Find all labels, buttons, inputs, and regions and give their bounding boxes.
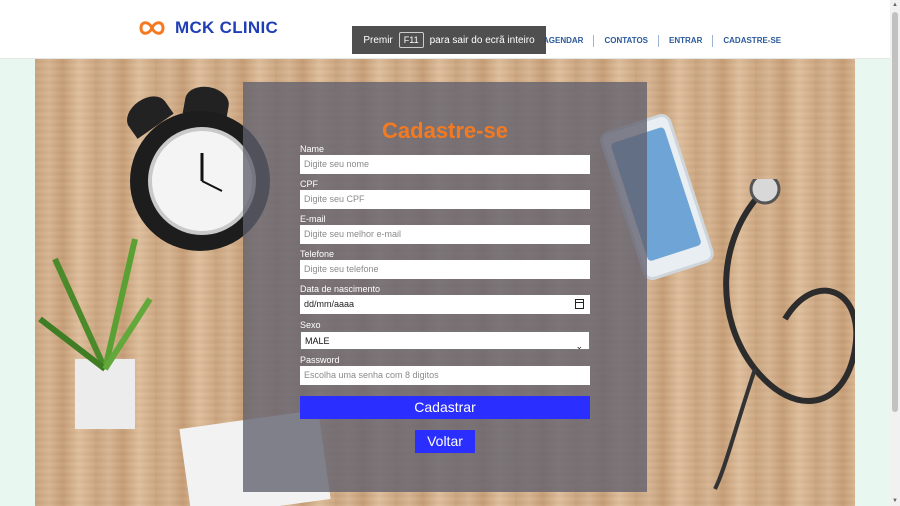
nav-link-cadastre-se[interactable]: CADASTRE-SE [715, 34, 789, 47]
fullscreen-hint-prefix: Premir [363, 34, 393, 46]
name-input[interactable]: Digite seu nome [300, 155, 590, 174]
form-title: Cadastre-se [382, 118, 508, 143]
nav-divider [658, 34, 660, 47]
stethoscope-icon [713, 179, 855, 490]
main-nav: AGENDAR CONTATOS ENTRAR CADASTRE-SE [535, 34, 789, 47]
fullscreen-hint-key: F11 [398, 32, 424, 48]
scrollbar-thumb[interactable] [892, 12, 898, 412]
sexo-select[interactable]: MALE ⌄ [300, 331, 590, 351]
nav-divider [593, 34, 595, 47]
email-placeholder: Digite seu melhor e-mail [304, 229, 402, 239]
fullscreen-hint-suffix: para sair do ecrã inteiro [429, 34, 535, 46]
chevron-down-icon: ⌄ [575, 341, 583, 351]
password-placeholder: Escolha uma senha com 8 digitos [304, 370, 439, 380]
cpf-label: CPF [300, 179, 318, 189]
telefone-input[interactable]: Digite seu telefone [300, 260, 590, 279]
birthdate-label: Data de nascimento [300, 284, 381, 294]
site-header: MCK CLINIC AGENDAR CONTATOS ENTRAR CADAS… [0, 0, 890, 59]
password-input[interactable]: Escolha uma senha com 8 digitos [300, 366, 590, 385]
email-label: E-mail [300, 214, 326, 224]
brand[interactable]: MCK CLINIC [137, 18, 278, 38]
calendar-icon[interactable] [575, 299, 584, 309]
name-placeholder: Digite seu nome [304, 159, 370, 169]
scrollbar[interactable]: ▲ ▼ [890, 0, 900, 506]
cpf-input[interactable]: Digite seu CPF [300, 190, 590, 209]
nav-link-contatos[interactable]: CONTATOS [596, 34, 656, 47]
clock-hands-icon [200, 153, 223, 192]
clock-face-icon [148, 127, 256, 235]
scroll-up-icon[interactable]: ▲ [891, 1, 899, 9]
cadastrar-button[interactable]: Cadastrar [300, 396, 590, 419]
voltar-button[interactable]: Voltar [415, 430, 475, 453]
scroll-down-icon[interactable]: ▼ [891, 497, 899, 505]
plant-icon [38, 238, 153, 429]
telefone-label: Telefone [300, 249, 335, 259]
infinity-logo-icon [139, 21, 165, 35]
birthdate-placeholder: dd/mm/aaaa [304, 299, 355, 309]
sexo-label: Sexo [300, 320, 321, 330]
cpf-placeholder: Digite seu CPF [304, 194, 365, 204]
birthdate-input[interactable]: dd/mm/aaaa [300, 295, 590, 314]
password-label: Password [300, 355, 340, 365]
telefone-placeholder: Digite seu telefone [304, 264, 379, 274]
email-input[interactable]: Digite seu melhor e-mail [300, 225, 590, 244]
fullscreen-hint: Premir F11 para sair do ecrã inteiro [352, 26, 546, 54]
name-label: Name [300, 144, 325, 154]
nav-divider [712, 34, 714, 47]
nav-link-entrar[interactable]: ENTRAR [661, 34, 710, 47]
signup-form-panel: Cadastre-se Name Digite seu nome CPF Dig… [243, 82, 647, 492]
brand-name: MCK CLINIC [175, 18, 279, 37]
sexo-selected-value: MALE [305, 336, 330, 346]
